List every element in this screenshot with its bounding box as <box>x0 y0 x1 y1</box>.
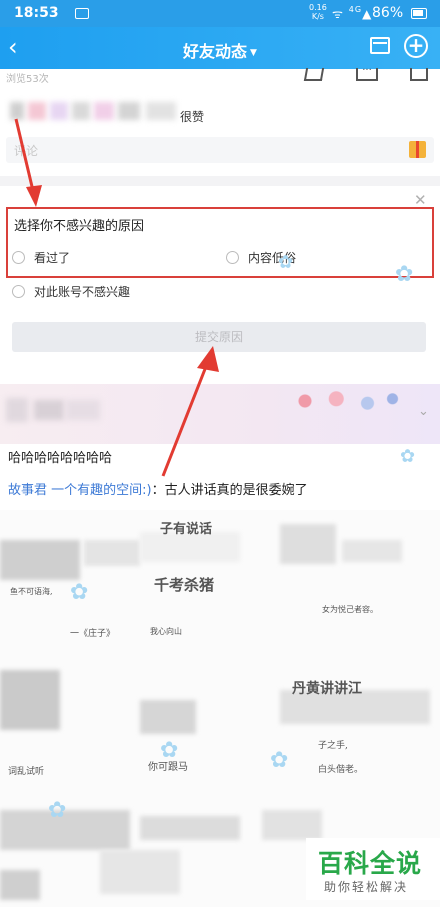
annotation-arrow-down <box>14 118 42 207</box>
image-text: 子有说话 <box>160 522 213 537</box>
watermark-title: 百科全说 <box>318 849 423 878</box>
caret-down-icon: ▼ <box>250 47 257 58</box>
star-decoration-icon: ✿ <box>270 748 289 773</box>
radio-icon[interactable] <box>226 251 239 264</box>
reason-option-account[interactable]: 对此账号不感兴趣 <box>12 283 130 300</box>
radio-icon[interactable] <box>12 285 25 298</box>
star-decoration-icon: ✿ <box>400 446 416 467</box>
gallery-notification-icon <box>75 8 89 19</box>
watermark-subtitle: 助你轻松解决 <box>324 880 409 894</box>
gift-icon[interactable] <box>409 141 426 158</box>
comment-input[interactable]: 评论 <box>6 137 434 163</box>
image-text: 丹黄讲讲江 <box>292 681 362 697</box>
image-text: 女为悦己者容。 <box>322 605 378 614</box>
feedback-reason-box: 选择你不感兴趣的原因 看过了 内容低俗 对此账号不感兴趣 <box>6 207 434 299</box>
browse-count: 浏览53次 <box>6 74 49 85</box>
net-speed: 0.16 K/s <box>309 3 327 21</box>
comment-icon[interactable]: ··· <box>356 66 378 81</box>
radio-icon[interactable] <box>12 251 25 264</box>
page-title: 好友动态 <box>183 42 248 61</box>
share-icon[interactable] <box>303 68 325 81</box>
add-post-icon[interactable]: + <box>404 34 428 58</box>
image-text: 鱼不可语海, <box>10 587 53 596</box>
star-decoration-icon: ✿ <box>160 738 179 763</box>
star-decoration-icon: ✿ <box>395 262 414 287</box>
star-decoration-icon: ✿ <box>278 252 294 273</box>
message-box-icon[interactable] <box>370 37 390 54</box>
section-divider <box>0 176 440 186</box>
battery-icon <box>411 8 427 19</box>
nav-bar: ‹ 好友动态 ▼ + <box>0 27 440 69</box>
space-link[interactable]: 故事君 一个有趣的空间:) <box>8 483 152 498</box>
battery-percent: 86% <box>372 5 404 21</box>
status-time: 18:53 <box>14 5 59 21</box>
reason-option-seen[interactable]: 看过了 <box>12 249 70 266</box>
feedback-title: 选择你不感兴趣的原因 <box>14 219 145 234</box>
image-text: 千考杀猪 <box>154 576 215 594</box>
annotation-arrow-up <box>161 346 219 477</box>
post-title: 哈哈哈哈哈哈哈哈 <box>8 451 113 466</box>
image-text: 子之手, <box>318 741 348 751</box>
signal-icon: ᯤ 4G▲ <box>332 5 373 21</box>
likes-text: 很赞 <box>180 110 205 124</box>
image-text: 白头偕老。 <box>318 765 364 775</box>
watermark-logo: 百科全说 助你轻松解决 <box>306 838 440 900</box>
status-bar: 18:53 0.16 K/s ᯤ 4G▲ 86% <box>0 0 440 27</box>
star-decoration-icon: ✿ <box>70 580 89 605</box>
star-decoration-icon: ✿ <box>48 798 67 823</box>
forward-icon[interactable] <box>410 68 428 81</box>
image-text: 词乱试听 <box>8 767 45 777</box>
chevron-down-icon[interactable]: ⌄ <box>418 404 429 419</box>
banner-flowers <box>280 390 405 412</box>
image-text: 我心向山 <box>150 627 182 636</box>
image-text: 一《庄子》 <box>70 629 116 639</box>
